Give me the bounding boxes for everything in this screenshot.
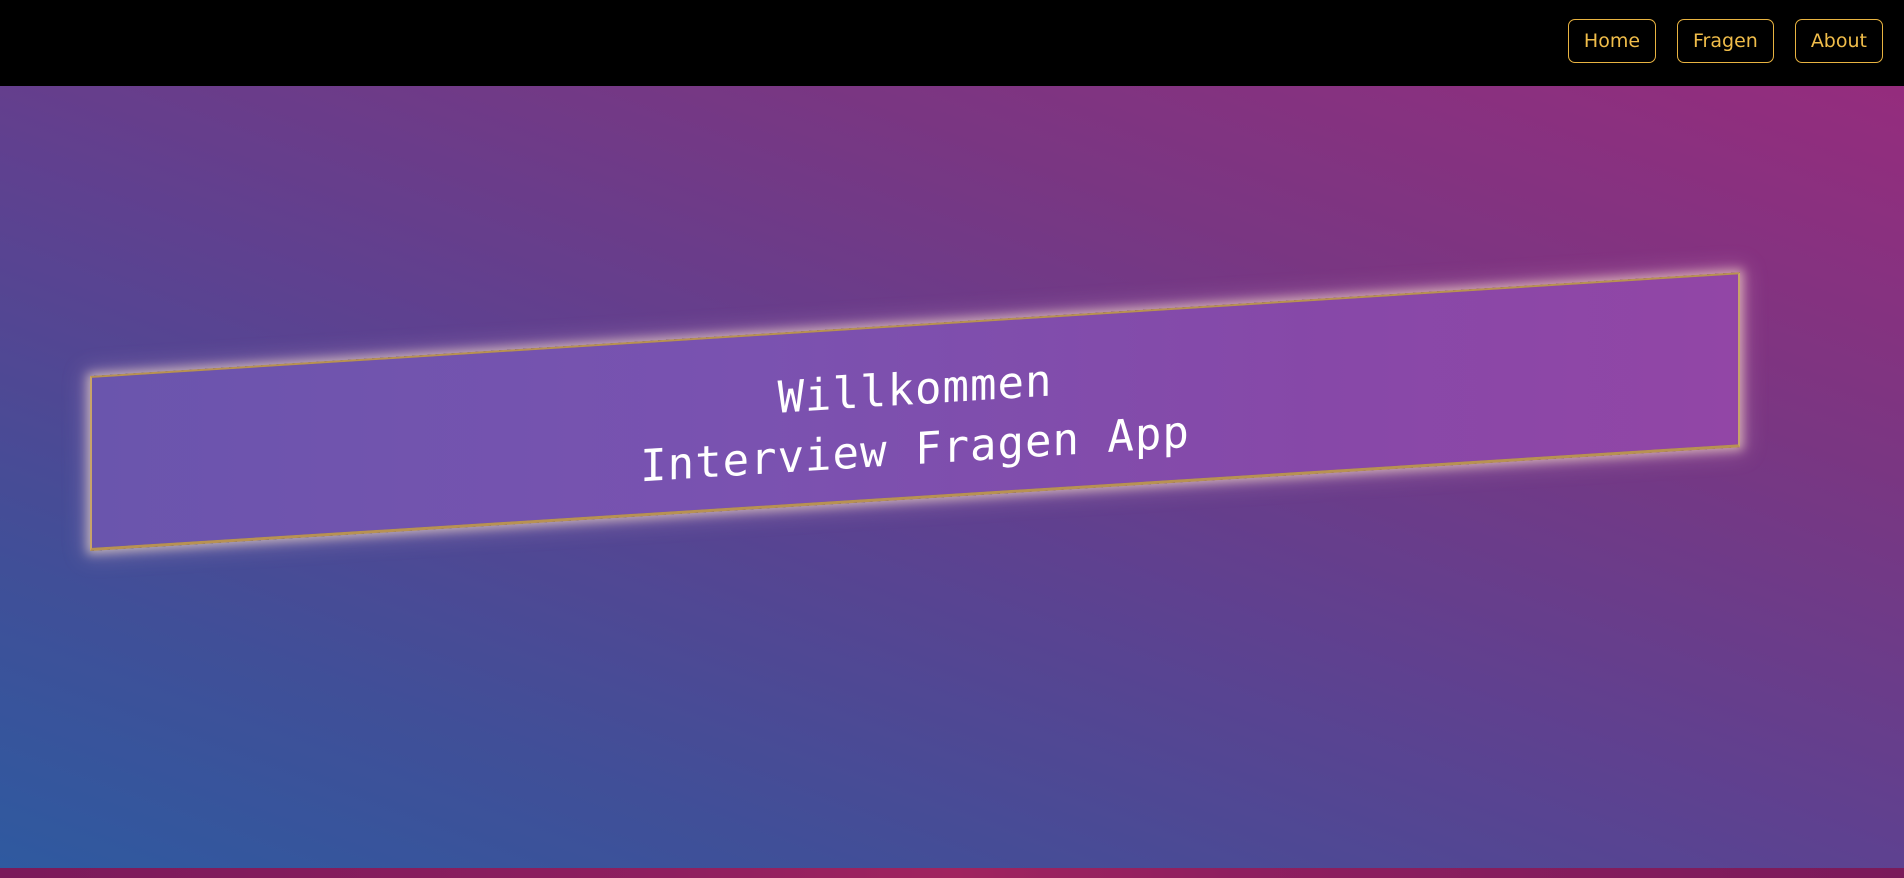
- page: Home Fragen About Willkommen Interview F…: [0, 0, 1904, 878]
- bottom-strip: [0, 868, 1904, 878]
- welcome-text: Willkommen Interview Fragen App: [92, 308, 1738, 532]
- hero-section: Willkommen Interview Fragen App: [0, 0, 1904, 878]
- welcome-banner: Willkommen Interview Fragen App: [90, 272, 1740, 551]
